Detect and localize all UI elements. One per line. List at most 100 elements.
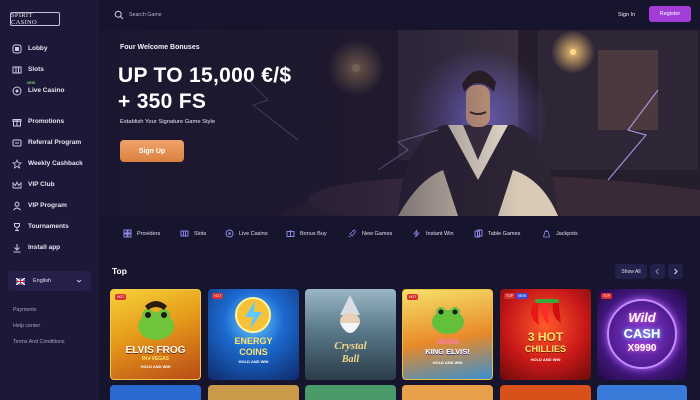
prev-arrow-button[interactable] [650, 264, 665, 279]
hero-description: Establish Your Signature Game Style [120, 119, 216, 125]
sidebar-item-slots[interactable]: Slots [0, 59, 98, 80]
sidebar: SPIRIT CASINO Lobby Slots NEW Live Casin… [0, 0, 98, 400]
game-subtitle: Ball [341, 354, 360, 365]
category-jackpots[interactable]: Jackpots [542, 229, 578, 238]
referral-icon [12, 138, 22, 148]
category-instant-win[interactable]: Instant Win [412, 229, 454, 238]
game-subtitle: CHILLIES [524, 344, 566, 354]
download-icon [12, 243, 22, 253]
search-box[interactable] [114, 8, 289, 22]
cards-icon [474, 229, 483, 238]
chevron-left-icon [655, 268, 659, 275]
sidebar-item-label: Promotions [28, 118, 65, 125]
help-center-link[interactable]: Help center [13, 321, 65, 337]
bag-icon [542, 230, 551, 238]
search-input[interactable] [129, 12, 289, 18]
game-tagline: X9990 [627, 343, 657, 354]
crown-icon [12, 180, 22, 190]
game-tagline: HOLD AND WIN [530, 357, 561, 362]
sidebar-item-vip-program[interactable]: VIP Program [0, 195, 98, 216]
footer-links: Payments Help center Terms And Condition… [13, 305, 65, 353]
game-tile-partial[interactable] [402, 385, 493, 400]
category-new-games[interactable]: New Games [348, 229, 392, 238]
game-tile-partial[interactable] [597, 385, 687, 400]
category-bonus-buy[interactable]: Bonus Buy [286, 229, 327, 238]
category-slots[interactable]: Slots [180, 229, 206, 238]
lobby-icon [12, 44, 22, 54]
sidebar-item-tournaments[interactable]: Tournaments [0, 216, 98, 237]
wizard-illustration [340, 295, 360, 333]
top-bar: Sign In Register [98, 0, 700, 30]
sidebar-item-weekly-cashback[interactable]: Weekly Cashback [0, 153, 98, 174]
game-tile-3-hot-chillies[interactable]: TOP NEW 3 HOT CHILLIES HOLD AND WIN [500, 289, 591, 380]
game-tile-partial[interactable] [305, 385, 396, 400]
game-tile-partial[interactable] [500, 385, 591, 400]
category-table-games[interactable]: Table Games [474, 229, 520, 238]
game-tagline: HOLD AND WIN [432, 360, 463, 365]
sign-in-link[interactable]: Sign In [618, 8, 635, 22]
game-title: Crystal [334, 340, 367, 352]
game-subtitle: COINS [239, 347, 268, 357]
sidebar-item-live-casino[interactable]: NEW Live Casino [0, 80, 98, 101]
game-tile-partial[interactable] [110, 385, 201, 400]
top-badge: TOP [504, 293, 516, 299]
game-tile-aloha-king-elvis[interactable]: HOT Aloha KING ELVIS! HOLD AND WIN [402, 289, 493, 380]
category-label: Live Casino [239, 230, 268, 237]
sign-up-button[interactable]: Sign Up [120, 140, 184, 162]
chilli-illustration [531, 299, 561, 325]
game-tile-elvis-frog[interactable]: HOT ELVIS FROG IN★VEGAS HOLD AND WIN [110, 289, 201, 380]
sidebar-item-label: Live Casino [28, 87, 65, 94]
game-title: Aloha [436, 337, 459, 346]
category-label: Instant Win [426, 230, 454, 237]
sidebar-item-install-app[interactable]: Install app [0, 237, 98, 258]
frog-illustration [138, 301, 174, 340]
game-subtitle: CASH [623, 326, 661, 341]
language-label: English [33, 278, 52, 284]
game-tile-partial[interactable] [208, 385, 299, 400]
rocket-icon [348, 229, 356, 238]
user-icon [12, 201, 22, 211]
category-live-casino[interactable]: Live Casino [225, 229, 268, 238]
category-label: New Games [362, 230, 393, 237]
payments-link[interactable]: Payments [13, 305, 65, 321]
game-title: Wild [628, 310, 656, 325]
game-tagline: HOLD AND WIN [140, 364, 171, 369]
category-providers[interactable]: Providers [123, 229, 160, 238]
sidebar-item-label: Install app [28, 244, 61, 251]
live-casino-icon [225, 229, 234, 238]
sidebar-item-promotions[interactable]: Promotions [0, 111, 98, 132]
slots-icon [12, 65, 22, 75]
new-badge: NEW [27, 81, 36, 85]
game-subtitle: IN★VEGAS [142, 356, 169, 362]
register-button[interactable]: Register [649, 6, 691, 22]
coin-illustration [235, 297, 271, 333]
category-label: Bonus Buy [300, 230, 327, 237]
category-label: Jackpots [556, 230, 578, 237]
sidebar-item-lobby[interactable]: Lobby [0, 38, 98, 59]
sidebar-item-label: VIP Program [28, 202, 67, 209]
sidebar-nav: Lobby Slots NEW Live Casino Promotions R… [0, 38, 98, 258]
chevron-right-icon [674, 268, 678, 275]
trophy-icon [12, 222, 22, 232]
game-tile-wild-cash[interactable]: TOP Wild CASH X9990 [597, 289, 687, 380]
game-tile-energy-coins[interactable]: HOT ENERGY COINS HOLD AND WIN [208, 289, 299, 380]
category-label: Table Games [488, 230, 521, 237]
hero-title-line1: UP TO 15,000 €/$ [118, 64, 292, 87]
uk-flag-icon [16, 277, 25, 285]
star-icon [12, 158, 22, 169]
show-all-button[interactable]: Show All [615, 264, 647, 279]
brand-logo[interactable]: SPIRIT CASINO [10, 12, 60, 26]
hero-banner: Four Welcome Bonuses UP TO 15,000 €/$ + … [98, 30, 700, 216]
language-selector[interactable]: English [8, 271, 91, 291]
bonus-buy-icon [286, 230, 295, 237]
sidebar-item-referral-program[interactable]: Referral Program [0, 132, 98, 153]
sidebar-item-label: Slots [28, 66, 44, 73]
top-badge: TOP [601, 293, 613, 299]
hot-badge: HOT [407, 294, 419, 300]
sidebar-item-vip-club[interactable]: VIP Club [0, 174, 98, 195]
next-arrow-button[interactable] [668, 264, 683, 279]
terms-link[interactable]: Terms And Conditions [13, 337, 65, 353]
live-casino-icon [12, 86, 22, 96]
category-label: Slots [194, 230, 207, 237]
game-tile-crystal-ball[interactable]: Crystal Ball [305, 289, 396, 380]
